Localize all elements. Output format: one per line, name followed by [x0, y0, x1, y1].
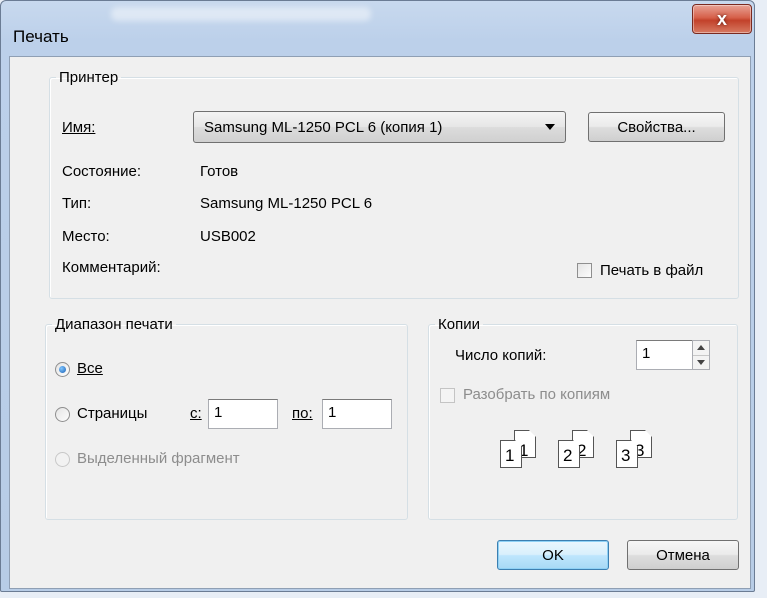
copies-count-input[interactable]: 1 [636, 340, 694, 370]
properties-button-label: Свойства... [617, 118, 696, 136]
spin-up-icon[interactable] [693, 341, 709, 356]
ok-button[interactable]: OK [497, 540, 609, 570]
close-button[interactable]: x [692, 4, 752, 34]
print-to-file-checkbox[interactable] [577, 263, 592, 278]
printer-name-label-text: Имя: [62, 119, 96, 136]
collate-label[interactable]: Разобрать по копиям [463, 386, 610, 403]
type-label: Тип: [62, 195, 92, 212]
status-value: Готов [200, 163, 239, 180]
copies-count-value: 1 [642, 345, 651, 362]
print-dialog-window: Печать x Принтер Имя: Samsung ML-1250 PC… [0, 0, 755, 592]
collate-digit: 3 [621, 446, 631, 465]
location-value: USB002 [200, 228, 256, 245]
copies-spinner[interactable] [692, 340, 710, 370]
print-to-file-label[interactable]: Печать в файл [600, 262, 703, 279]
printer-name-select[interactable]: Samsung ML-1250 PCL 6 (копия 1) [193, 111, 566, 143]
chevron-down-icon [545, 124, 555, 130]
spin-down-icon[interactable] [693, 356, 709, 370]
range-from-input[interactable]: 1 [208, 399, 278, 429]
window-title: Печать [13, 27, 69, 46]
printer-name-value: Samsung ML-1250 PCL 6 (копия 1) [204, 118, 443, 136]
copies-count-label: Число копий: [455, 347, 547, 364]
range-pages-label[interactable]: Страницы [77, 405, 147, 422]
range-to-label: по: [292, 405, 313, 422]
range-pages-radio[interactable] [55, 407, 70, 422]
range-to-input[interactable]: 1 [322, 399, 392, 429]
printer-name-label: Имя: [62, 119, 95, 136]
location-label: Место: [62, 228, 110, 245]
range-from-label: с: [190, 405, 202, 422]
collate-icon: 1 1 2 2 3 3 [500, 430, 670, 480]
copies-group-legend: Копии [438, 316, 480, 333]
print-range-legend: Диапазон печати [55, 316, 173, 333]
range-selection-label[interactable]: Выделенный фрагмент [77, 450, 240, 467]
range-to-value: 1 [328, 404, 337, 421]
collate-digit: 1 [505, 446, 515, 465]
cancel-button-label: Отмена [656, 546, 710, 564]
range-selection-radio[interactable] [55, 452, 70, 467]
status-label: Состояние: [62, 163, 142, 180]
titlebar-background-blur [111, 7, 371, 21]
type-value: Samsung ML-1250 PCL 6 [200, 195, 373, 212]
collate-page-front: 2 [558, 440, 580, 468]
range-all-label[interactable]: Все [77, 360, 103, 377]
cancel-button[interactable]: Отмена [627, 540, 739, 570]
range-all-radio[interactable] [55, 362, 70, 377]
properties-button[interactable]: Свойства... [588, 112, 725, 142]
collate-page-front: 1 [500, 440, 522, 468]
printer-group-legend: Принтер [59, 69, 119, 86]
collate-digit: 2 [563, 446, 573, 465]
dialog-client-area: Принтер Имя: Samsung ML-1250 PCL 6 (копи… [9, 56, 751, 589]
ok-button-label: OK [542, 546, 564, 564]
collate-page-front: 3 [616, 440, 638, 468]
close-icon: x [716, 8, 727, 29]
comment-label: Комментарий: [62, 259, 161, 276]
range-from-value: 1 [214, 404, 223, 421]
collate-checkbox[interactable] [440, 388, 455, 403]
